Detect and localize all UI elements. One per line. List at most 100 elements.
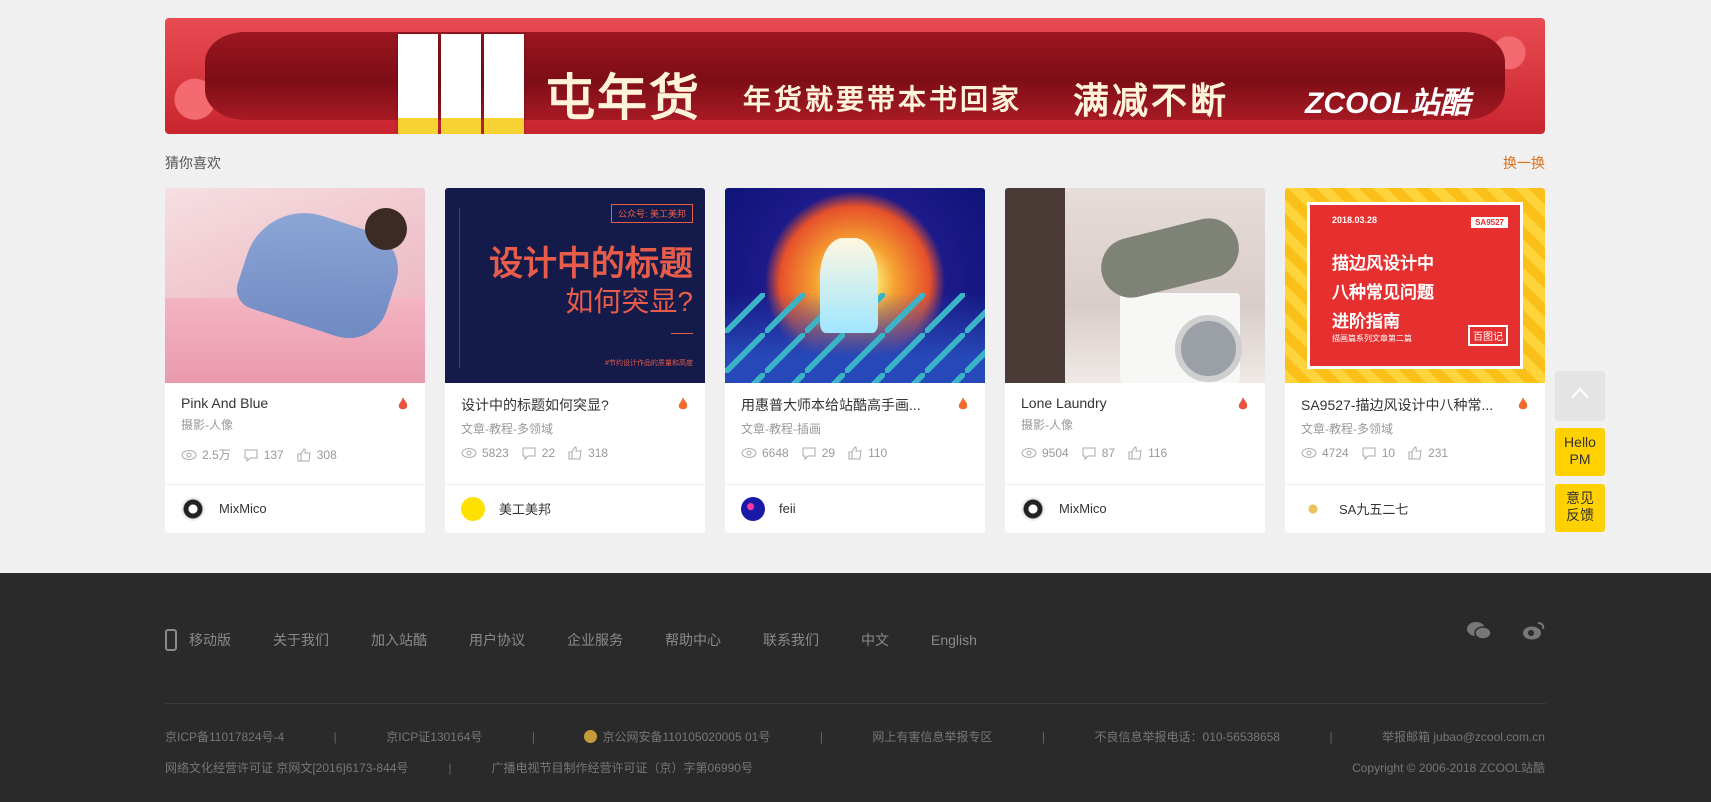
author-name[interactable]: 美工美邦 [499,499,551,518]
mobile-phone-icon [165,629,177,651]
banner-books-image [398,34,524,134]
eye-icon [461,448,477,458]
view-count: 6648 [741,446,789,460]
section-title: 猜你喜欢 [165,155,221,171]
comment-icon [522,447,536,460]
icp-license[interactable]: 京ICP证130164号 [386,728,482,745]
hello-pm-button[interactable]: Hello PM [1555,428,1605,476]
site-footer: 移动版 关于我们 加入站酷 用户协议 企业服务 帮助中心 联系我们 中文 Eng… [0,573,1711,802]
card-title[interactable]: 设计中的标题如何突显? [461,395,666,415]
footer-social [1466,621,1546,641]
footer-lang-chinese[interactable]: 中文 [861,630,889,650]
card-title[interactable]: 用惠普大师本给站酷高手画... [741,395,946,415]
footer-link-contact[interactable]: 联系我们 [763,630,819,650]
like-count: 231 [1407,446,1448,460]
report-email[interactable]: 举报邮箱 jubao@zcool.com.cn [1382,728,1545,745]
author-name[interactable]: SA九五二七 [1339,499,1408,518]
card-author[interactable]: MixMico [1005,485,1265,532]
card-thumbnail[interactable]: 2018.03.28 SA9527 描边风设计中 八种常见问题 进阶指南 描画篇… [1285,188,1545,383]
banner-promo: 满减不断 [1073,80,1230,122]
broadcast-license[interactable]: 广播电视节目制作经营许可证（京）字第06990号 [492,759,753,776]
promo-banner[interactable]: 屯年货 年货就要带本书回家 满减不断 ZCOOL站酷 [165,18,1545,134]
work-card[interactable]: 2018.03.28 SA9527 描边风设计中 八种常见问题 进阶指南 描画篇… [1285,188,1545,533]
card-category: 文章-教程-多领域 [1301,422,1393,436]
work-card[interactable]: Pink And Blue 摄影-人像 2.5万 137 308 MixMico [165,188,425,533]
thumbs-up-icon [297,447,311,461]
author-name[interactable]: MixMico [1059,501,1107,516]
avatar[interactable] [181,496,205,521]
footer-license-row: 京ICP备11017824号-4 | 京ICP证130164号 | 京公网安备1… [165,728,1545,745]
comment-icon [802,447,816,460]
card-thumbnail[interactable]: 公众号: 美工美邦 设计中的标题 如何突显? #节约设计作品的质量和高度 [445,188,705,383]
eye-icon [1301,448,1317,458]
author-name[interactable]: feii [779,501,796,516]
card-author[interactable]: feii [725,485,985,532]
banner-title: 屯年货 [545,68,701,127]
eye-icon [741,448,757,458]
card-thumbnail[interactable] [165,188,425,383]
thumbs-up-icon [568,446,582,460]
comment-count: 87 [1081,446,1115,460]
card-author[interactable]: MixMico [165,485,425,532]
police-badge-icon [584,730,598,743]
card-thumbnail[interactable] [725,188,985,383]
hot-flame-icon [678,397,688,410]
view-count: 2.5万 [181,446,231,463]
card-thumbnail[interactable] [1005,188,1265,383]
work-card[interactable]: 用惠普大师本给站酷高手画... 文章-教程-插画 6648 29 110 fei… [725,188,985,533]
comment-count: 22 [521,446,555,460]
feedback-button[interactable]: 意见 反馈 [1555,484,1605,532]
footer-link-about[interactable]: 关于我们 [273,630,329,650]
author-name[interactable]: MixMico [219,501,267,516]
eye-icon [181,449,197,460]
chevron-up-icon [1571,387,1589,399]
footer-license-row-2: 网络文化经营许可证 京网文[2016]6173-844号 | 广播电视节目制作经… [165,759,1545,776]
police-record[interactable]: 京公网安备110105020005 01号 [584,728,770,745]
eye-icon [1021,448,1037,458]
thumbs-up-icon [1408,446,1422,460]
card-title[interactable]: Pink And Blue [181,395,386,411]
work-card[interactable]: 公众号: 美工美邦 设计中的标题 如何突显? #节约设计作品的质量和高度 设计中… [445,188,705,533]
avatar[interactable] [1021,496,1045,521]
avatar[interactable] [1301,496,1325,521]
card-author[interactable]: 美工美邦 [445,485,705,532]
icp-record[interactable]: 京ICP备11017824号-4 [165,728,284,745]
footer-nav: 移动版 关于我们 加入站酷 用户协议 企业服务 帮助中心 联系我们 中文 Eng… [165,629,1019,651]
footer-lang-english[interactable]: English [931,632,977,648]
footer-link-enterprise[interactable]: 企业服务 [567,630,623,650]
work-card[interactable]: Lone Laundry 摄影-人像 9504 87 116 MixMico [1005,188,1265,533]
copyright: Copyright © 2006-2018 ZCOOL站酷 [1352,761,1545,775]
harmful-info-report[interactable]: 网上有害信息举报专区 [872,728,992,745]
weibo-icon[interactable] [1522,621,1546,641]
avatar[interactable] [461,496,485,521]
card-category: 文章-教程-多领域 [461,422,553,436]
view-count: 4724 [1301,446,1349,460]
comment-count: 29 [801,446,835,460]
wechat-icon[interactable] [1466,621,1492,641]
footer-link-join[interactable]: 加入站酷 [371,630,427,650]
comment-icon [244,449,258,462]
comment-count: 10 [1361,446,1395,460]
avatar[interactable] [741,496,765,521]
recommend-card-list: Pink And Blue 摄影-人像 2.5万 137 308 MixMico… [165,188,1545,533]
footer-divider [165,703,1546,704]
back-to-top-button[interactable] [1555,371,1605,421]
hot-flame-icon [1518,397,1528,410]
footer-link-help[interactable]: 帮助中心 [665,630,721,650]
footer-link-agreement[interactable]: 用户协议 [469,630,525,650]
card-title[interactable]: SA9527-描边风设计中八种常... [1301,395,1506,415]
footer-link-mobile[interactable]: 移动版 [189,630,231,650]
comment-icon [1082,447,1096,460]
card-category: 文章-教程-插画 [741,422,821,436]
card-title[interactable]: Lone Laundry [1021,395,1226,411]
card-author[interactable]: SA九五二七 [1285,485,1545,532]
culture-license[interactable]: 网络文化经营许可证 京网文[2016]6173-844号 [165,759,408,776]
view-count: 5823 [461,446,509,460]
comment-count: 137 [243,448,284,462]
like-count: 318 [567,446,608,460]
refresh-link[interactable]: 换一换 [1503,153,1545,173]
hot-flame-icon [398,397,408,410]
view-count: 9504 [1021,446,1069,460]
report-phone: 不良信息举报电话：010-56538658 [1094,730,1280,744]
like-count: 308 [296,448,337,462]
